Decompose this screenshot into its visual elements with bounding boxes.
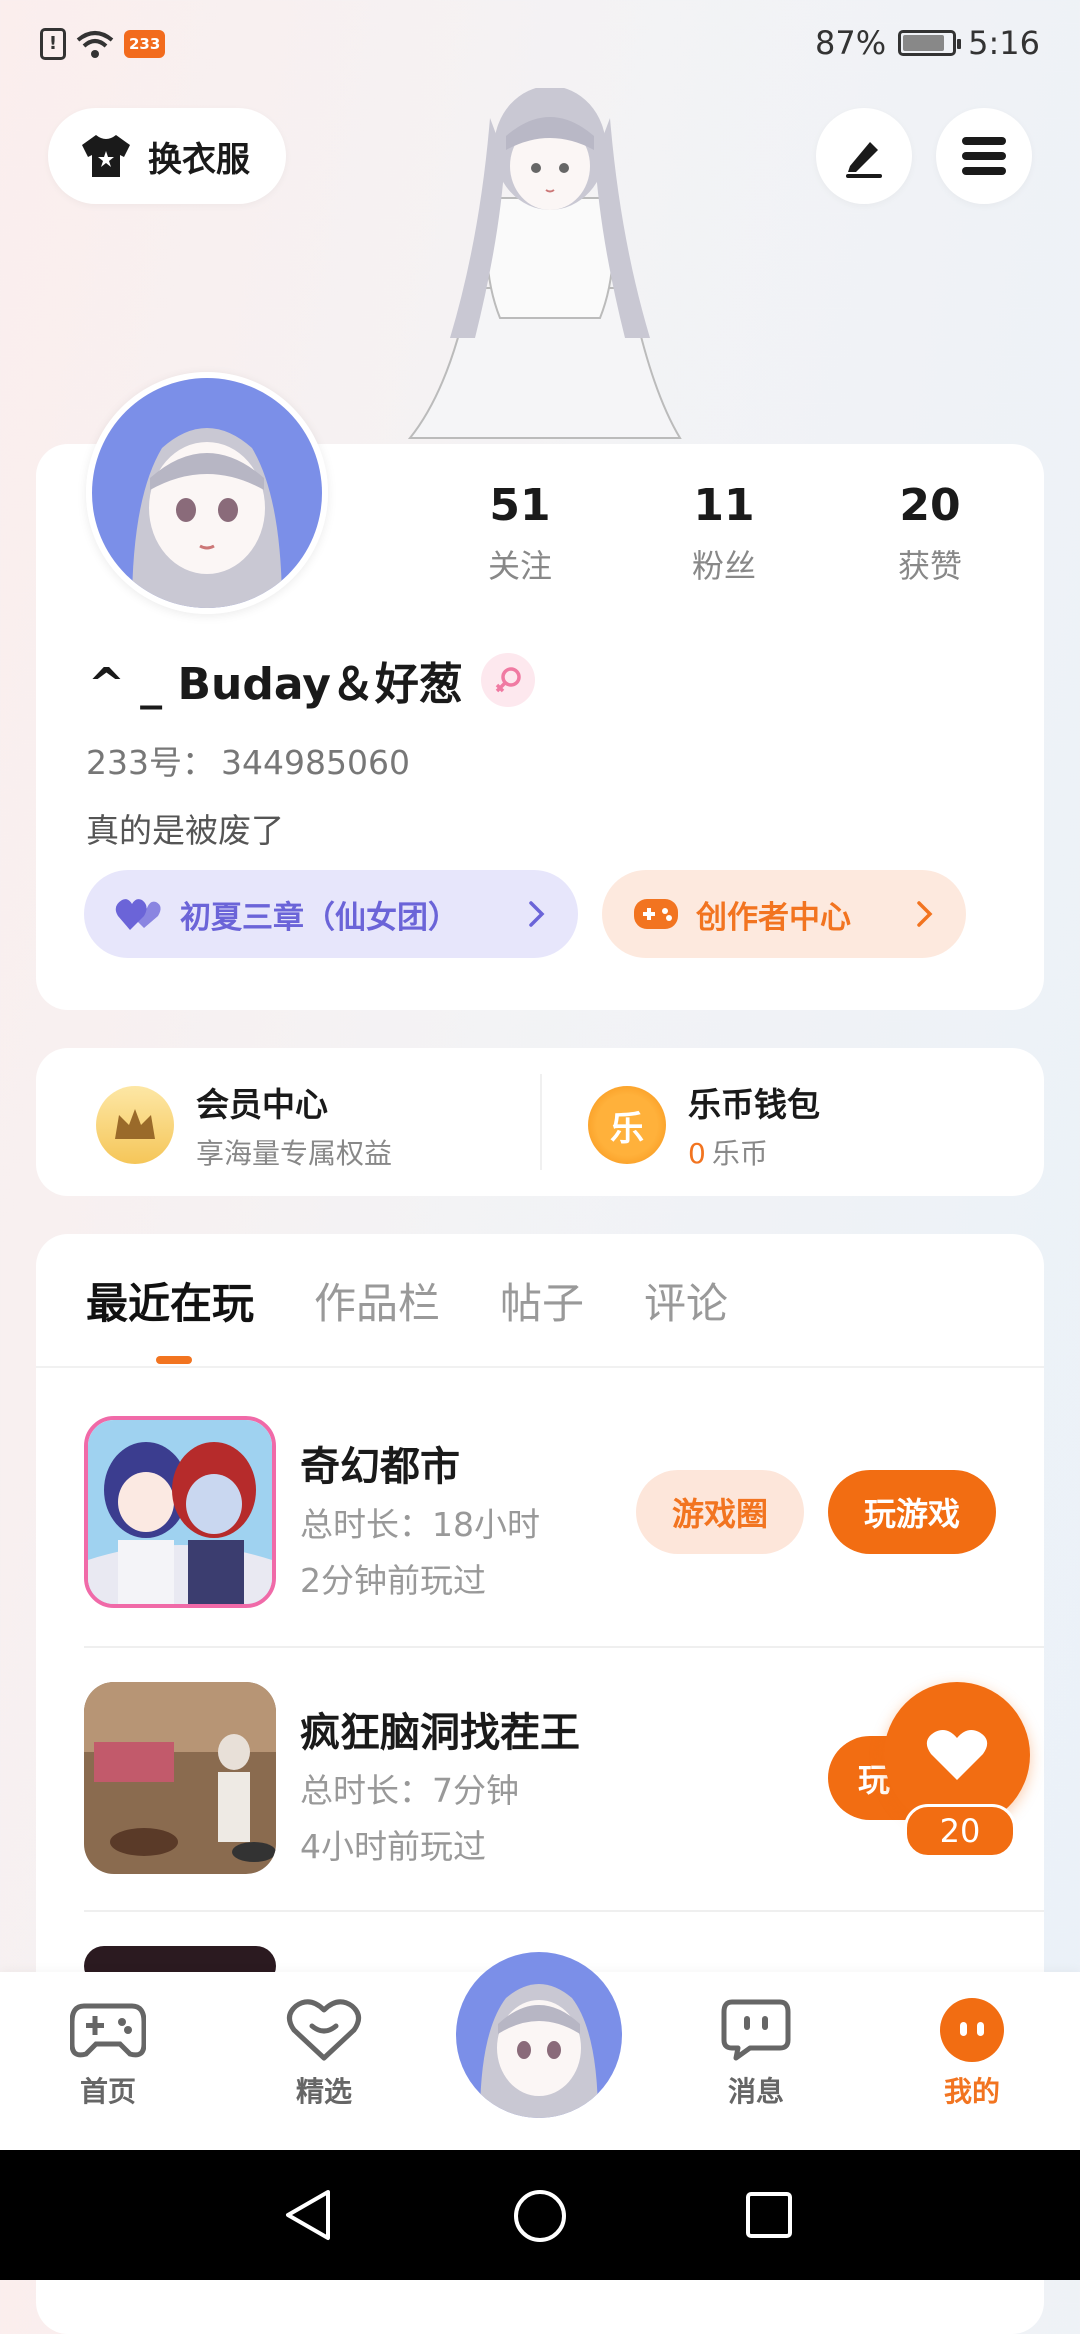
tabs-divider	[36, 1366, 1044, 1368]
back-icon[interactable]	[282, 2188, 334, 2242]
gamepad-icon	[69, 2003, 147, 2058]
likes-stat[interactable]: 20 获赞	[840, 480, 1020, 587]
user-id-label: 233号：	[86, 743, 215, 782]
nav-featured[interactable]: 精选	[254, 1998, 394, 2110]
app-badge: 233	[124, 30, 166, 58]
dress-up-button[interactable]: 换衣服	[48, 108, 286, 204]
following-label: 关注	[487, 547, 552, 585]
gamepad-icon	[634, 899, 678, 929]
game-duration: 总时长：7分钟	[300, 1771, 519, 1810]
tab-indicator	[156, 1356, 192, 1364]
wallet-amount: 0	[688, 1137, 706, 1170]
clock: 5:16	[968, 24, 1040, 62]
vip-center[interactable]: 会员中心 享海量专属权益	[96, 1078, 392, 1172]
wallet-title: 乐币钱包	[688, 1085, 820, 1124]
username: ^ _ Buday＆好葱	[88, 659, 463, 710]
following-count: 51	[489, 480, 551, 531]
nav-home[interactable]: 首页	[38, 1998, 178, 2110]
chevron-right-icon	[917, 901, 933, 927]
menu-icon	[962, 137, 1006, 175]
battery-icon	[898, 30, 962, 56]
battery-percent: 87%	[815, 24, 887, 62]
game-icon[interactable]	[84, 1416, 276, 1608]
row-divider	[84, 1646, 1044, 1648]
chevron-right-icon	[529, 901, 545, 927]
followers-stat[interactable]: 11 粉丝	[634, 480, 814, 587]
crown-icon	[96, 1086, 174, 1164]
nav-mine[interactable]: 我的	[902, 1998, 1042, 2110]
group-pill-label: 初夏三章（仙女团）	[180, 899, 459, 936]
creator-center-pill[interactable]: 创作者中心	[602, 870, 966, 958]
followers-label: 粉丝	[691, 547, 756, 585]
status-icons: ! 233	[40, 28, 166, 60]
status-bar: ! 233 87% 5:16	[0, 0, 1080, 92]
mine-icon	[940, 1998, 1004, 2062]
bio: 真的是被废了	[86, 811, 284, 850]
message-icon	[721, 1999, 791, 2061]
nav-home-label: 首页	[79, 2075, 136, 2108]
recents-icon[interactable]	[744, 2190, 794, 2240]
vip-subtitle: 享海量专属权益	[196, 1137, 393, 1170]
tab-comments[interactable]: 评论	[644, 1270, 728, 1331]
group-pill[interactable]: 初夏三章（仙女团）	[84, 870, 578, 958]
nav-mine-label: 我的	[943, 2075, 1000, 2108]
game-title[interactable]: 疯狂脑洞找茬王	[300, 1700, 580, 1758]
nav-messages[interactable]: 消息	[686, 1998, 826, 2110]
play-game-button[interactable]: 玩游戏	[828, 1470, 996, 1554]
username-row: ^ _ Buday＆好葱	[88, 648, 535, 712]
avatar[interactable]	[86, 372, 328, 614]
tab-posts[interactable]: 帖子	[500, 1270, 584, 1331]
likes-count: 20	[899, 480, 961, 531]
like-count-badge: 20	[904, 1804, 1016, 1858]
tab-recent[interactable]: 最近在玩	[86, 1270, 254, 1331]
female-icon	[480, 653, 535, 707]
nav-featured-label: 精选	[295, 2075, 352, 2108]
character-figure[interactable]	[380, 88, 710, 448]
tshirt-icon	[82, 135, 130, 177]
profile-tabs: 最近在玩 作品栏 帖子 评论	[86, 1270, 728, 1331]
home-icon[interactable]	[512, 2188, 568, 2244]
status-right: 87% 5:16	[815, 24, 1040, 62]
likes-label: 获赞	[897, 547, 962, 585]
vip-title: 会员中心	[196, 1085, 328, 1124]
game-icon[interactable]	[84, 1682, 276, 1874]
nav-messages-label: 消息	[727, 2075, 784, 2108]
tab-works[interactable]: 作品栏	[314, 1270, 440, 1331]
coin-icon: 乐	[588, 1086, 666, 1164]
wallet-unit: 乐币	[711, 1137, 768, 1170]
user-id: 233号： 344985060	[86, 736, 410, 784]
game-title[interactable]: 奇幻都市	[300, 1434, 460, 1492]
game-duration: 总时长：18小时	[300, 1505, 540, 1544]
edit-profile-button[interactable]	[816, 108, 912, 204]
row-divider	[84, 1910, 1044, 1912]
double-heart-icon	[115, 899, 161, 930]
game-circle-button[interactable]: 游戏圈	[636, 1470, 804, 1554]
followers-count: 11	[693, 480, 755, 531]
dress-up-label: 换衣服	[148, 139, 250, 180]
heart-icon	[926, 1730, 988, 1780]
menu-button[interactable]	[936, 108, 1032, 204]
system-nav-bar	[0, 2150, 1080, 2280]
following-stat[interactable]: 51 关注	[430, 480, 610, 587]
nav-avatar-button[interactable]	[456, 1952, 622, 2118]
sim-alert-icon: !	[40, 28, 66, 60]
divider	[540, 1074, 542, 1170]
user-id-value: 344985060	[221, 743, 410, 782]
game-last-played: 4小时前玩过	[300, 1827, 486, 1866]
wallet[interactable]: 乐 乐币钱包 0 乐币	[588, 1078, 820, 1172]
creator-pill-label: 创作者中心	[696, 899, 851, 936]
heart-chat-icon	[287, 1999, 361, 2061]
edit-icon	[846, 142, 882, 178]
game-last-played: 2分钟前玩过	[300, 1561, 486, 1600]
wifi-icon	[76, 31, 114, 58]
